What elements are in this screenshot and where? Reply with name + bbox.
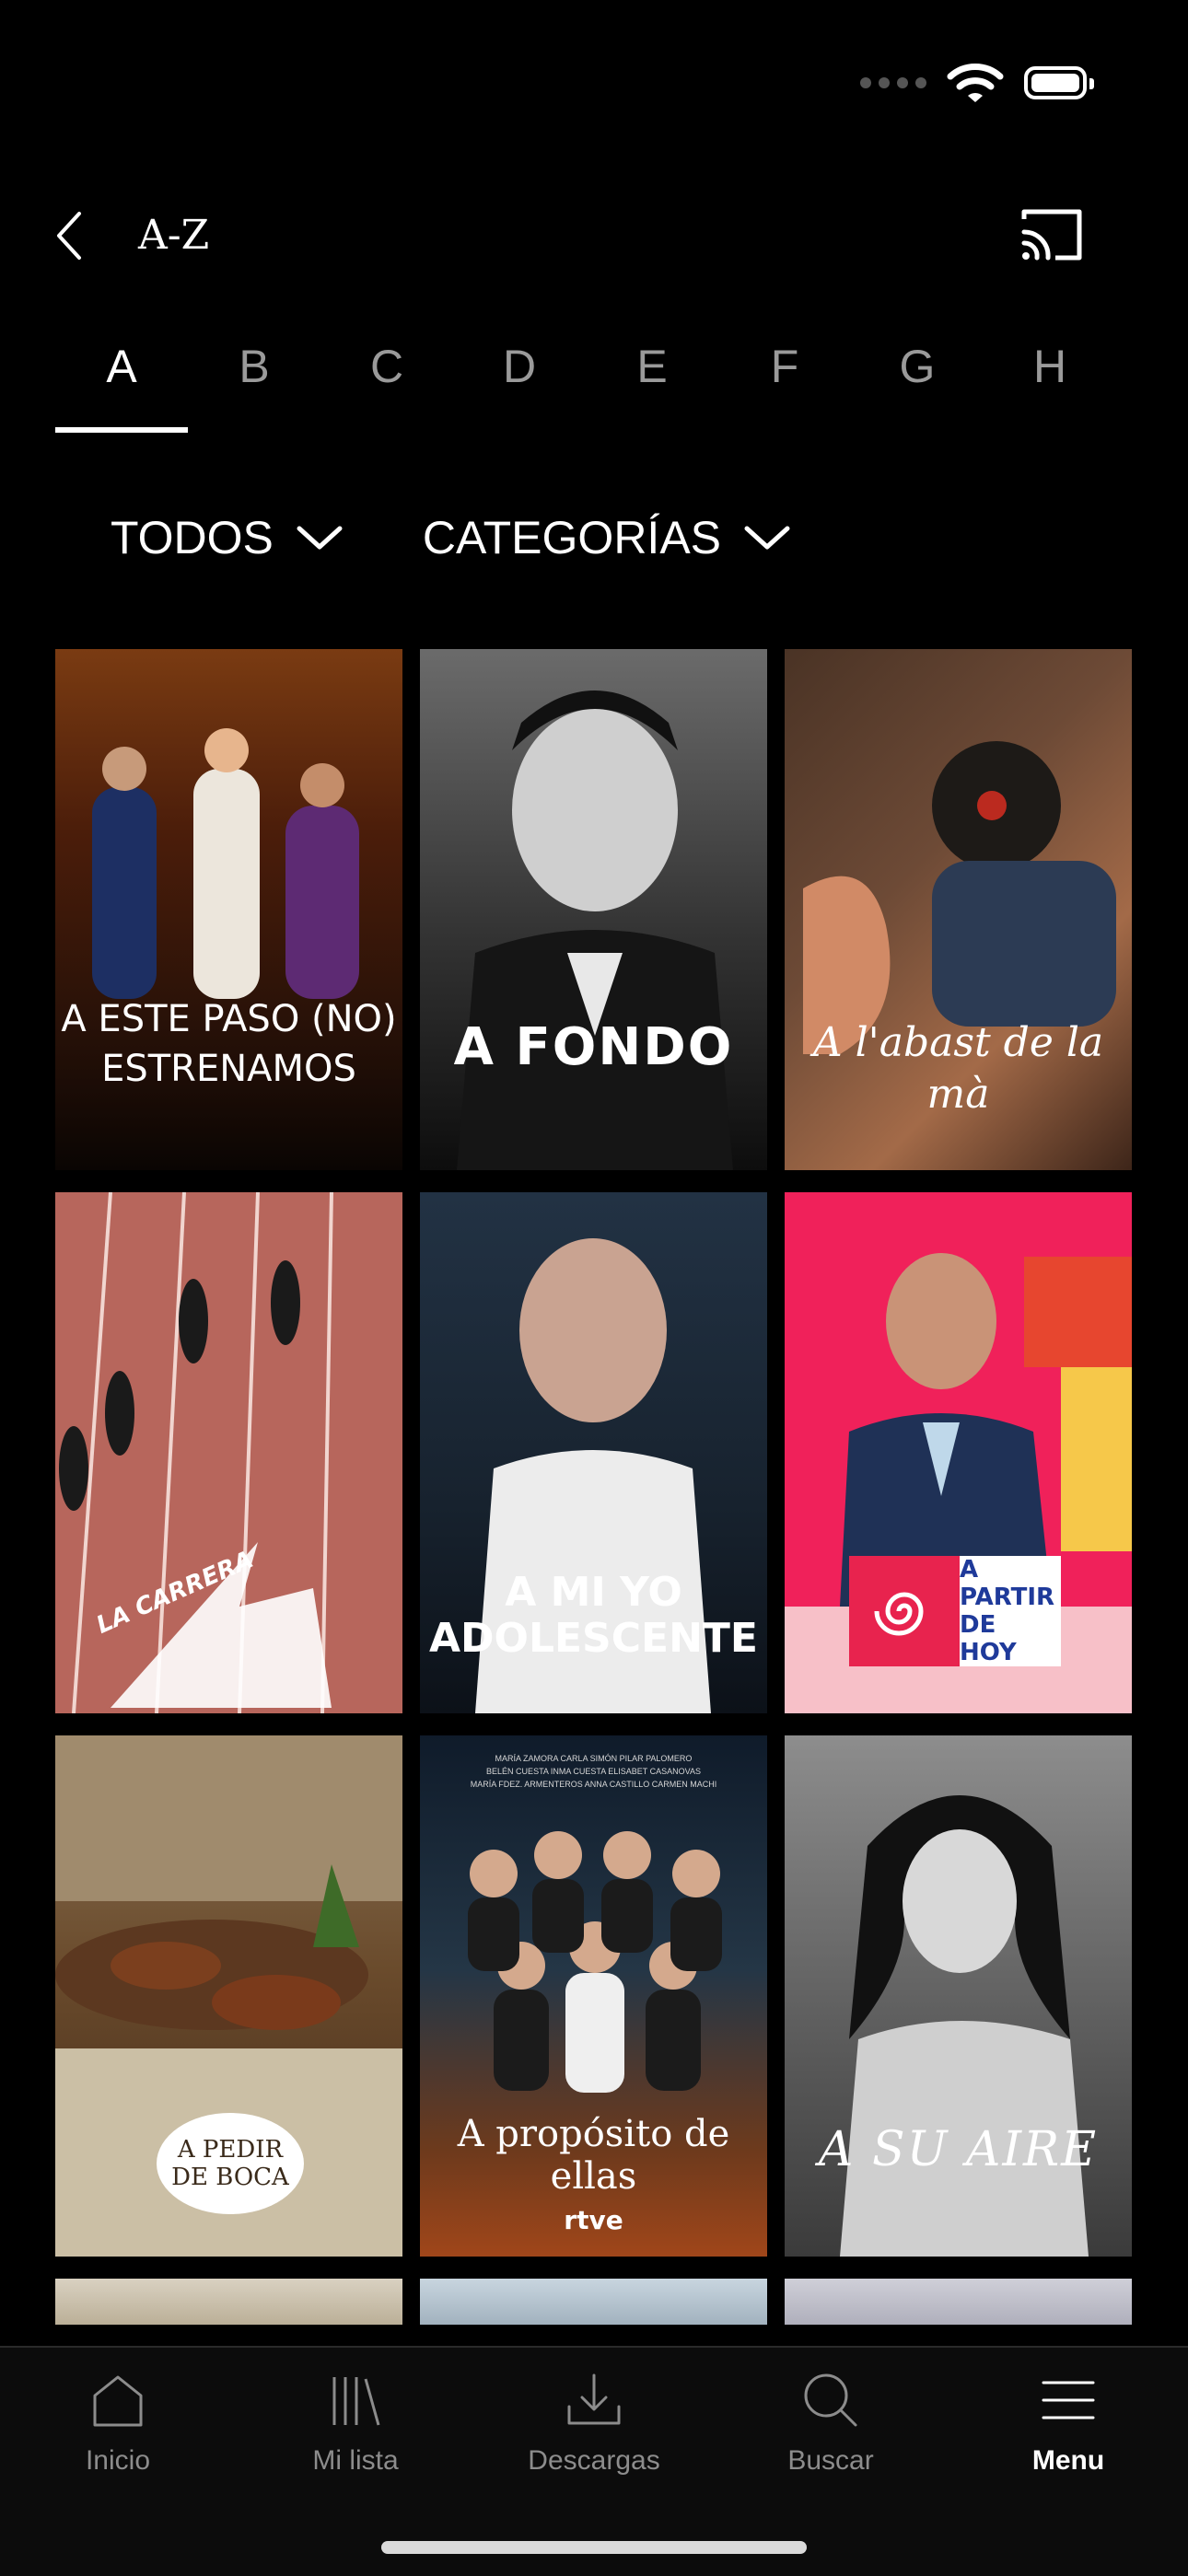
card-title: A PEDIR DE BOCA — [157, 2113, 304, 2214]
card-title: A FONDO — [453, 1017, 734, 1077]
filter-bar: TODOS CATEGORÍAS — [111, 505, 791, 571]
letter-tab-c[interactable]: C — [320, 322, 453, 433]
letter-tab-g[interactable]: G — [851, 322, 984, 433]
cast-icon[interactable] — [1019, 206, 1085, 263]
letter-tab-d[interactable]: D — [453, 322, 586, 433]
tab-buscar[interactable]: Buscar — [739, 2368, 923, 2477]
page-title: A-Z — [138, 212, 210, 259]
program-card[interactable]: A ESTE PASO (NO) ESTRENAMOS — [55, 649, 402, 1170]
wifi-icon — [947, 64, 1004, 102]
tab-inicio[interactable]: Inicio — [26, 2368, 210, 2477]
card-title: A PARTIR DE HOY — [960, 1556, 1055, 1666]
cellular-signal-icon — [860, 77, 926, 88]
filter-categorias-label: CATEGORÍAS — [422, 512, 722, 563]
spiral-logo-icon — [849, 1556, 960, 1666]
tab-label: Menu — [1031, 2445, 1105, 2476]
tab-label: Buscar — [787, 2445, 874, 2476]
letter-tab-f[interactable]: F — [718, 322, 851, 433]
letter-tab-h[interactable]: H — [984, 322, 1116, 433]
chevron-down-icon — [297, 526, 343, 550]
filter-todos-label: TODOS — [111, 512, 274, 563]
program-card[interactable]: A SU AIRE — [785, 1735, 1132, 2257]
program-card[interactable] — [420, 2279, 767, 2325]
program-card[interactable]: A PEDIR DE BOCA — [55, 1735, 402, 2257]
program-card[interactable]: A FONDO — [420, 649, 767, 1170]
letter-tabs: A B C D E F G H — [55, 322, 1133, 433]
card-title: A SU AIRE — [818, 2122, 1099, 2177]
library-icon — [332, 2377, 380, 2426]
tab-label: Inicio — [85, 2445, 151, 2476]
status-bar — [860, 55, 1094, 110]
portrait-image — [457, 690, 733, 1170]
battery-icon — [1024, 66, 1094, 99]
program-card[interactable]: A l'abast de la mà — [785, 649, 1132, 1170]
program-card[interactable] — [785, 2279, 1132, 2325]
portrait-image — [840, 1795, 1089, 2257]
home-indicator — [381, 2541, 807, 2554]
search-icon — [804, 2373, 857, 2427]
top-header: A-Z — [0, 193, 1188, 276]
letter-tab-e[interactable]: E — [586, 322, 718, 433]
tab-label: Descargas — [528, 2445, 660, 2476]
card-title: A MI YO ADOLESCENTE — [428, 1569, 758, 1662]
letter-tab-a[interactable]: A — [55, 322, 188, 433]
menu-icon — [1042, 2381, 1095, 2419]
rtve-logo: rtve — [564, 2205, 623, 2235]
tab-menu[interactable]: Menu — [976, 2368, 1160, 2477]
logo-box: A PARTIR DE HOY — [849, 1556, 1061, 1666]
card-title: A l'abast de la mà — [812, 1019, 1104, 1118]
program-card[interactable]: LA CARRERA — [55, 1192, 402, 1713]
download-icon — [567, 2373, 621, 2425]
card-title: A propósito de ellas — [457, 2113, 730, 2198]
filter-categorias-dropdown[interactable]: CATEGORÍAS — [423, 505, 791, 571]
back-icon[interactable] — [48, 210, 94, 261]
home-icon — [93, 2375, 143, 2427]
program-card[interactable]: A PARTIR DE HOY — [785, 1192, 1132, 1713]
letter-tab-b[interactable]: B — [188, 322, 320, 433]
card-title: A ESTE PASO (NO) ESTRENAMOS — [61, 998, 397, 1090]
program-card[interactable]: A MI YO ADOLESCENTE — [420, 1192, 767, 1713]
filter-todos-dropdown[interactable]: TODOS — [111, 505, 344, 571]
program-card[interactable] — [55, 2279, 402, 2325]
tab-mi-lista[interactable]: Mi lista — [263, 2368, 448, 2477]
tab-label: Mi lista — [312, 2445, 399, 2476]
tab-descargas[interactable]: Descargas — [502, 2368, 686, 2477]
program-grid: A ESTE PASO (NO) ESTRENAMOS A FONDO A l'… — [55, 649, 1133, 2325]
chevron-down-icon — [744, 526, 790, 550]
program-card[interactable]: MARÍA ZAMORA CARLA SIMÓN PILAR PALOMERO … — [420, 1735, 767, 2257]
